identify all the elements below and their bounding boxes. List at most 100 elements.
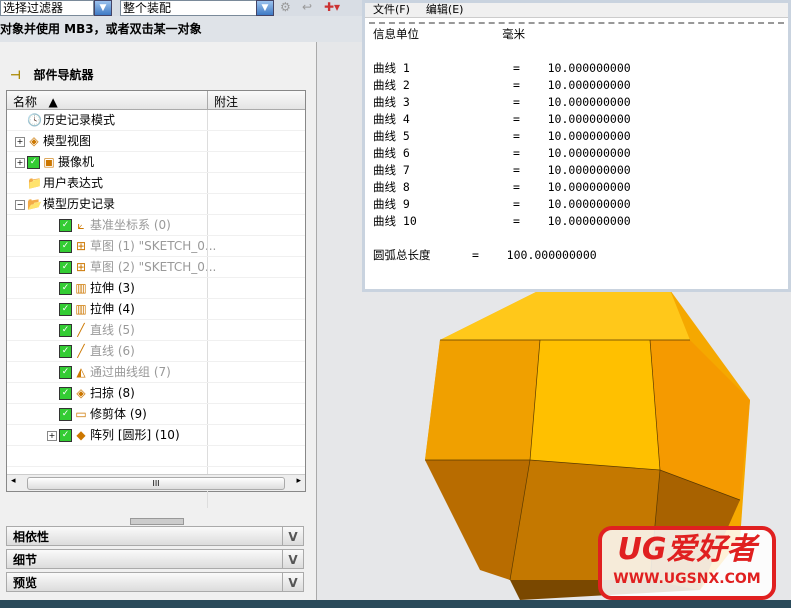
folder-icon: 📁 xyxy=(27,176,42,190)
chevron-down-icon[interactable]: V xyxy=(282,573,303,591)
folder-open-icon: 📂 xyxy=(27,197,42,211)
expand-toggle-icon[interactable]: + xyxy=(15,136,25,147)
tree-row-label: 直线 (5) xyxy=(90,323,135,337)
unit-value: 毫米 xyxy=(502,27,526,41)
tree-row-label: 草图 (1) "SKETCH_0... xyxy=(90,239,217,253)
splitter-handle[interactable] xyxy=(130,518,184,525)
tree-row[interactable]: ✓ ⟀ 基准坐标系 (0) xyxy=(7,215,305,236)
tree-row[interactable]: + ✓ ◆ 阵列 [圆形] (10) xyxy=(7,425,305,446)
curve-length: 10.000000000 xyxy=(547,95,631,109)
curve-length: 10.000000000 xyxy=(547,112,631,126)
trim-body-icon: ▭ xyxy=(75,407,87,421)
snap-icon[interactable]: ✚▾ xyxy=(324,0,340,14)
panel-dependencies[interactable]: 相依性 V xyxy=(6,526,304,546)
column-note-header[interactable]: 附注 xyxy=(207,91,244,109)
tree-row[interactable]: ✓ ⊞ 草图 (2) "SKETCH_0... xyxy=(7,257,305,278)
curve-label: 曲线 4 xyxy=(373,112,410,126)
component-icon[interactable]: ⚙ xyxy=(280,0,291,14)
panel-preview[interactable]: 预览 V xyxy=(6,572,304,592)
pin-icon[interactable]: ⊣ xyxy=(10,68,21,82)
chevron-down-icon[interactable]: ▼ xyxy=(256,0,274,16)
selection-toolbar: 选择过滤器 ▼ 整个装配 ▼ ⚙ ↩ ✚▾ xyxy=(0,0,370,16)
checkbox[interactable]: ✓ xyxy=(59,219,72,232)
information-window: 文件(F) 编辑(E) 信息单位 毫米 曲线 1 = 10.000000000 曲线 … xyxy=(362,0,791,292)
tree-row-label: 通过曲线组 (7) xyxy=(90,365,171,379)
total-label: 圆弧总长度 xyxy=(373,248,431,262)
info-menu-bar: 文件(F) 编辑(E) xyxy=(365,3,788,18)
tree-row[interactable]: ✓ ▥ 拉伸 (4) xyxy=(7,299,305,320)
curve-length: 10.000000000 xyxy=(547,146,631,160)
tree-row[interactable]: ✓ ╱ 直线 (6) xyxy=(7,341,305,362)
chevron-down-icon[interactable]: ▼ xyxy=(94,0,112,16)
tree-row[interactable]: ✓ ⊞ 草图 (1) "SKETCH_0... xyxy=(7,236,305,257)
empty-row xyxy=(7,446,305,467)
through-curves-icon: ◭ xyxy=(76,365,86,379)
tree-row-label: 修剪体 (9) xyxy=(90,407,147,421)
checkbox[interactable]: ✓ xyxy=(59,303,72,316)
checkbox[interactable]: ✓ xyxy=(59,282,72,295)
curve-length: 10.000000000 xyxy=(547,197,631,211)
horizontal-scrollbar[interactable]: ◂ III ▸ xyxy=(7,474,305,491)
curve-label: 曲线 8 xyxy=(373,180,410,194)
curve-length: 10.000000000 xyxy=(547,61,631,75)
expand-toggle-icon[interactable]: + xyxy=(47,430,57,441)
navigator-title-text: 部件导航器 xyxy=(33,68,94,82)
part-navigator: ⊣ 部件导航器 名称 ▲ 附注 🕓历史记录模式 + ◈ 模型视图 + ✓ ▣ 摄像机 📁用户表达… xyxy=(0,42,317,608)
undo-icon[interactable]: ↩ xyxy=(302,0,312,14)
tree-row-label: 拉伸 (4) xyxy=(90,302,135,316)
line-icon: ╱ xyxy=(77,323,85,337)
chevron-down-icon[interactable]: V xyxy=(282,550,303,568)
navigator-title: ⊣ 部件导航器 xyxy=(10,66,94,83)
checkbox[interactable]: ✓ xyxy=(59,408,72,421)
checkbox[interactable]: ✓ xyxy=(59,261,72,274)
tree-row[interactable]: ✓ ╱ 直线 (5) xyxy=(7,320,305,341)
tree-row[interactable]: + ✓ ▣ 摄像机 xyxy=(7,152,305,173)
expand-toggle-icon[interactable]: − xyxy=(15,199,25,210)
checkbox[interactable]: ✓ xyxy=(59,345,72,358)
model-views-icon: ◈ xyxy=(29,134,39,148)
unit-label: 信息单位 xyxy=(373,27,419,41)
tree-row[interactable]: ✓ ◈ 扫掠 (8) xyxy=(7,383,305,404)
tree-row-label: 扫掠 (8) xyxy=(90,386,135,400)
tree-row-label: 直线 (6) xyxy=(90,344,135,358)
curve-label: 曲线 10 xyxy=(373,214,417,228)
curve-label: 曲线 6 xyxy=(373,146,410,160)
tree-row[interactable]: 📁用户表达式 xyxy=(7,173,305,194)
tree-row[interactable]: ✓ ▭ 修剪体 (9) xyxy=(7,404,305,425)
total-value: 100.000000000 xyxy=(506,248,597,262)
extrude-icon: ▥ xyxy=(75,281,87,295)
tree-row[interactable]: ✓ ◭ 通过曲线组 (7) xyxy=(7,362,305,383)
checkbox[interactable]: ✓ xyxy=(59,429,72,442)
menu-edit[interactable]: 编辑(E) xyxy=(426,3,464,16)
tree-row-label: 用户表达式 xyxy=(43,176,104,190)
tree-row[interactable]: ✓ ▥ 拉伸 (3) xyxy=(7,278,305,299)
checkbox[interactable]: ✓ xyxy=(59,324,72,337)
checkbox[interactable]: ✓ xyxy=(59,387,72,400)
clock-icon: 🕓 xyxy=(27,113,42,127)
checkbox[interactable]: ✓ xyxy=(59,240,72,253)
tree-row-label: 基准坐标系 (0) xyxy=(90,218,171,232)
navigator-tree: 名称 ▲ 附注 🕓历史记录模式 + ◈ 模型视图 + ✓ ▣ 摄像机 📁用户表达式 − 📂模型历史记… xyxy=(6,90,306,509)
checkbox[interactable]: ✓ xyxy=(59,366,72,379)
column-name-header[interactable]: 名称 ▲ xyxy=(13,93,58,110)
expand-toggle-icon[interactable]: + xyxy=(15,157,25,168)
sketch-icon: ⊞ xyxy=(75,260,87,274)
scope-combo[interactable]: 整个装配 xyxy=(120,0,258,16)
camera-icon: ▣ xyxy=(43,155,55,169)
tree-row[interactable]: − 📂模型历史记录 xyxy=(7,194,305,215)
chevron-down-icon[interactable]: V xyxy=(282,527,303,545)
swept-icon: ◈ xyxy=(76,386,86,400)
info-text[interactable]: 信息单位 毫米 曲线 1 = 10.000000000 曲线 2 = 10.00000… xyxy=(365,24,788,266)
tree-row-label: 阵列 [圆形] (10) xyxy=(90,428,180,442)
watermark-logo: UG爱好者 WWW.UGSNX.COM xyxy=(598,526,776,600)
tree-row[interactable]: + ◈ 模型视图 xyxy=(7,131,305,152)
tree-row[interactable]: 🕓历史记录模式 xyxy=(7,110,305,131)
menu-file[interactable]: 文件(F) xyxy=(373,3,410,16)
checkbox[interactable]: ✓ xyxy=(27,156,40,169)
tree-row-label: 草图 (2) "SKETCH_0... xyxy=(90,260,217,274)
pattern-icon: ◆ xyxy=(76,428,86,442)
tree-row-label: 摄像机 xyxy=(58,155,95,169)
tree-row-label: 历史记录模式 xyxy=(43,113,116,127)
selection-filter-combo[interactable]: 选择过滤器 xyxy=(0,0,94,16)
panel-details[interactable]: 细节 V xyxy=(6,549,304,569)
